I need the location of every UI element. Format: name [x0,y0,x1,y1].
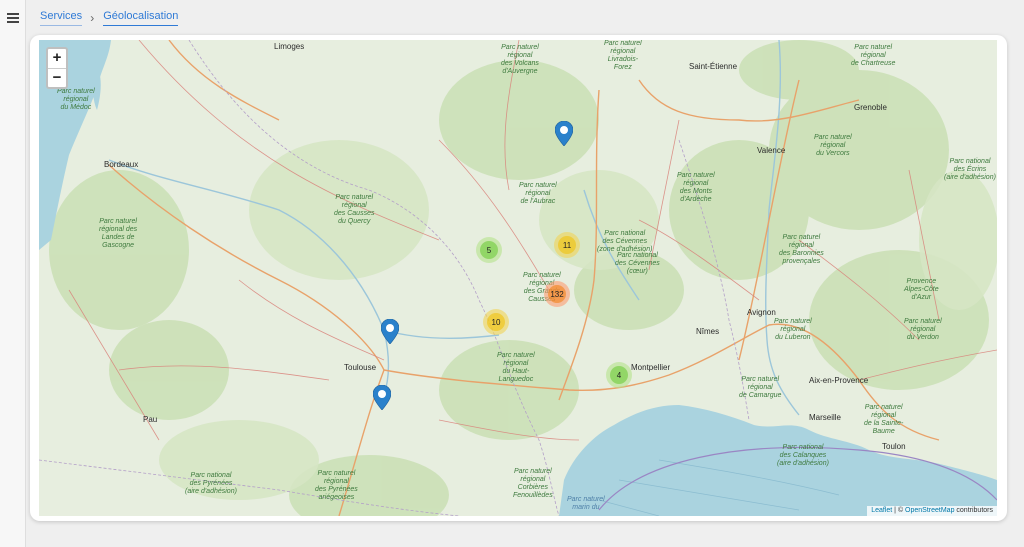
city-label: Avignon [747,308,776,317]
marker-cluster[interactable]: 11 [554,232,580,258]
park-label: Parc naturel régional des Volcans d'Auve… [501,44,539,75]
park-label: Parc national des Calanques (aire d'adhé… [777,444,829,467]
city-label: Nîmes [696,327,720,336]
park-label: Parc naturel régional du Verdon [904,318,942,341]
park-label: Parc naturel régional des Landes de Gasc… [99,218,138,249]
park-label: Parc naturel régional Corbières Fenouill… [513,468,553,499]
city-label: Pau [143,415,158,424]
park-label: Parc naturel régional de la Sainte- Baum… [864,404,904,435]
location-pin-icon[interactable] [381,319,399,344]
city-label: Grenoble [854,103,887,112]
park-label: Parc naturel régional de l'Aubrac [519,182,557,205]
map-viewport[interactable]: Bordeaux Toulouse Saint-Étienne Grenoble… [39,40,997,516]
attribution-separator: | © [892,507,906,514]
park-label: Parc naturel régional de Chartreuse [851,44,896,67]
marker-cluster[interactable]: 132 [544,281,570,307]
cluster-count: 10 [487,313,505,331]
cluster-count: 4 [610,366,628,384]
city-label: Limoges [274,42,305,51]
city-label: Toulouse [344,363,377,372]
zoom-in-button[interactable]: + [48,49,66,68]
menu-icon[interactable] [7,13,19,23]
city-label: Saint-Étienne [689,62,738,71]
park-label: Parc naturel régional Livradois- Forez [604,40,642,71]
cluster-count: 5 [480,241,498,259]
park-label: Parc national des Écrins (aire d'adhésio… [944,158,996,181]
park-label: Parc naturel marin du [567,496,605,511]
city-label: Valence [757,146,786,155]
map-attribution: Leaflet | © OpenStreetMap contributors [867,506,997,516]
location-pin-icon[interactable] [373,385,391,410]
breadcrumb: Services › Géolocalisation [40,9,179,27]
park-label: Parc naturel régional des Pyrénées ariég… [315,470,358,501]
park-label: Parc national des Cévennes (zone d'adhés… [597,230,653,253]
park-label: Parc national des Pyrénées (aire d'adhés… [185,472,237,495]
cluster-count: 132 [548,285,566,303]
park-label: Parc national des Cévennes (cœur) [615,252,660,275]
breadcrumb-geolocalisation[interactable]: Géolocalisation [103,10,179,26]
cluster-count: 11 [558,236,576,254]
leaflet-link[interactable]: Leaflet [871,507,892,514]
park-label: Parc naturel régional du Médoc [57,88,95,111]
chevron-right-icon: › [90,11,95,25]
zoom-out-button[interactable]: − [48,68,66,87]
city-label: Montpellier [631,363,671,372]
marker-cluster[interactable]: 10 [483,309,509,335]
side-rail [0,0,26,547]
park-label: Parc naturel régional des Causses du Que… [334,194,375,225]
attribution-suffix: contributors [954,507,993,514]
park-label: Parc naturel régional de Camargue [739,376,782,399]
marker-cluster[interactable]: 5 [476,237,502,263]
park-label: Parc naturel régional du Luberon [774,318,812,341]
park-label: Provence Alpes-Côte d'Azur [904,278,939,301]
city-label: Bordeaux [104,160,139,169]
city-label: Toulon [882,442,906,451]
zoom-control: + − [46,47,68,89]
city-label: Marseille [809,413,842,422]
marker-cluster[interactable]: 4 [606,362,632,388]
park-label: Parc naturel régional du Vercors [814,134,852,157]
park-label: Parc naturel régional du Haut- Languedoc [497,352,535,383]
park-label: Parc naturel régional des Baronnies prov… [779,234,824,265]
openstreetmap-link[interactable]: OpenStreetMap [905,507,954,514]
breadcrumb-services[interactable]: Services [40,10,83,26]
location-pin-icon[interactable] [555,121,573,146]
city-label: Aix-en-Provence [809,376,869,385]
park-label: Parc naturel régional des Monts d'Ardèch… [677,172,715,203]
